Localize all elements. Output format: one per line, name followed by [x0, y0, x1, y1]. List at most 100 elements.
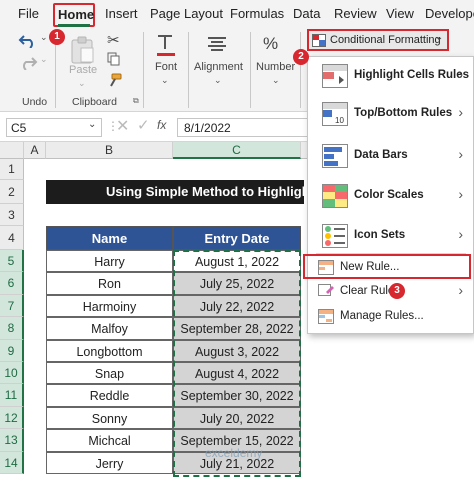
menu-item-data-bars[interactable]: Data Bars › [308, 139, 473, 173]
conditional-formatting-button[interactable]: Conditional Formatting ⌄ [307, 29, 449, 51]
column-header-a[interactable]: A [24, 142, 46, 159]
chevron-down-icon: ⌄ [435, 32, 444, 43]
font-icon[interactable] [155, 34, 177, 58]
menu-item-top-bottom-rules[interactable]: 10 Top/Bottom Rules › [308, 97, 473, 131]
alignment-dropdown-icon: ⌄ [214, 75, 222, 85]
tab-page-layout[interactable]: Page Layout [150, 6, 223, 21]
paste-label[interactable]: Paste [69, 64, 97, 76]
row-header[interactable]: 3 [0, 204, 24, 226]
redo-icon [23, 57, 38, 70]
tab-insert[interactable]: Insert [105, 6, 138, 21]
name-cell[interactable]: Sonny [46, 406, 173, 430]
tab-data[interactable]: Data [293, 6, 320, 21]
name-cell[interactable]: Malfoy [46, 317, 173, 340]
date-cell[interactable]: August 3, 2022 [173, 339, 301, 362]
row-header[interactable]: 13 [0, 429, 24, 452]
date-cell[interactable]: August 4, 2022 [173, 362, 301, 385]
tab-formulas[interactable]: Formulas [230, 6, 284, 21]
column-header-b[interactable]: B [46, 142, 173, 159]
tab-view[interactable]: View [386, 6, 414, 21]
date-cell[interactable]: July 25, 2022 [173, 272, 301, 295]
top-bottom-icon: 10 [322, 102, 348, 126]
menu-item-label: Data Bars [354, 149, 408, 161]
chevron-right-icon: › [458, 282, 463, 298]
row-header[interactable]: 14 [0, 451, 24, 474]
menu-item-label: Top/Bottom Rules [354, 107, 453, 119]
undo-icon[interactable] [18, 32, 38, 48]
date-cell[interactable]: July 22, 2022 [173, 294, 301, 318]
row-header[interactable]: 10 [0, 362, 24, 385]
new-rule-highlight [303, 254, 471, 279]
name-cell[interactable]: Longbottom [46, 339, 173, 362]
row-header[interactable]: 8 [0, 317, 24, 340]
group-divider [143, 32, 144, 108]
menu-item-highlight-cells-rules[interactable]: Highlight Cells Rules › [308, 59, 473, 93]
undo-dropdown-icon[interactable]: ⌄ [40, 32, 48, 43]
date-cell-active[interactable]: August 1, 2022 [173, 250, 301, 273]
row-header[interactable]: 12 [0, 406, 24, 430]
tab-review[interactable]: Review [334, 6, 377, 21]
chevron-right-icon: › [458, 186, 463, 202]
conditional-formatting-label: Conditional Formatting [330, 34, 441, 46]
alignment-label[interactable]: Alignment [194, 61, 243, 73]
font-label[interactable]: Font [155, 61, 177, 73]
name-cell[interactable]: Harry [46, 250, 173, 273]
number-label[interactable]: Number [256, 61, 295, 73]
name-cell[interactable]: Snap [46, 362, 173, 385]
row-header[interactable]: 7 [0, 294, 24, 318]
data-bars-icon [322, 144, 348, 168]
sheet-title: Using Simple Method to Highlight [46, 180, 304, 204]
step-badge-1: 1 [49, 29, 65, 45]
dialog-launcher-icon[interactable]: ⧉ [133, 96, 139, 106]
formula-value: 8/1/2022 [184, 121, 231, 135]
tab-developer[interactable]: Develope [425, 6, 474, 21]
active-tab-indicator [58, 24, 90, 27]
date-cell[interactable]: September 28, 2022 [173, 317, 301, 340]
row-header[interactable]: 9 [0, 339, 24, 362]
alignment-icon[interactable] [208, 36, 226, 52]
conditional-formatting-icon [312, 34, 326, 47]
chevron-right-icon: › [458, 66, 463, 82]
name-cell[interactable]: Reddle [46, 384, 173, 407]
header-name: Name [46, 226, 173, 250]
row-header[interactable]: 1 [0, 159, 24, 180]
chevron-right-icon: › [458, 226, 463, 242]
watermark: exceldemy [205, 446, 263, 460]
column-header-c[interactable]: C [173, 142, 301, 159]
menu-item-icon-sets[interactable]: Icon Sets › [308, 219, 473, 253]
redo-dropdown-icon: ⌄ [40, 54, 48, 64]
name-cell[interactable]: Michcal [46, 429, 173, 452]
menu-item-label: Icon Sets [354, 229, 406, 241]
tab-home-label: Home [58, 7, 95, 22]
menu-item-label: Highlight Cells Rules [354, 69, 470, 81]
name-cell[interactable]: Harmoiny [46, 294, 173, 318]
date-cell[interactable]: July 20, 2022 [173, 406, 301, 430]
tab-file[interactable]: File [18, 6, 39, 21]
tab-home[interactable]: Home [53, 3, 95, 27]
chevron-right-icon: › [458, 146, 463, 162]
group-divider [250, 32, 251, 108]
select-all-corner[interactable] [0, 142, 24, 159]
row-header[interactable]: 5 [0, 250, 24, 273]
name-cell[interactable]: Jerry [46, 451, 173, 474]
menu-item-manage-rules[interactable]: Manage Rules... [308, 306, 473, 328]
step-badge-2: 2 [293, 49, 309, 65]
percent-icon[interactable]: % [263, 34, 278, 54]
paste-icon[interactable] [70, 36, 96, 64]
header-entry-date: Entry Date [173, 226, 301, 250]
copy-icon[interactable] [107, 52, 121, 66]
name-cell[interactable]: Ron [46, 272, 173, 295]
row-header[interactable]: 4 [0, 226, 24, 250]
cut-icon[interactable]: ✂ [107, 31, 120, 49]
name-box-dropdown-icon[interactable]: ⌄ [88, 119, 96, 130]
font-dropdown-icon: ⌄ [161, 75, 169, 85]
format-painter-icon[interactable] [106, 73, 122, 87]
menu-item-color-scales[interactable]: Color Scales › [308, 179, 473, 213]
row-header[interactable]: 11 [0, 384, 24, 407]
insert-function-icon[interactable]: fx [157, 118, 166, 132]
date-cell[interactable]: September 30, 2022 [173, 384, 301, 407]
row-header[interactable]: 6 [0, 272, 24, 295]
icon-sets-icon [322, 224, 348, 248]
highlight-cells-icon [322, 64, 348, 88]
row-header[interactable]: 2 [0, 180, 24, 204]
